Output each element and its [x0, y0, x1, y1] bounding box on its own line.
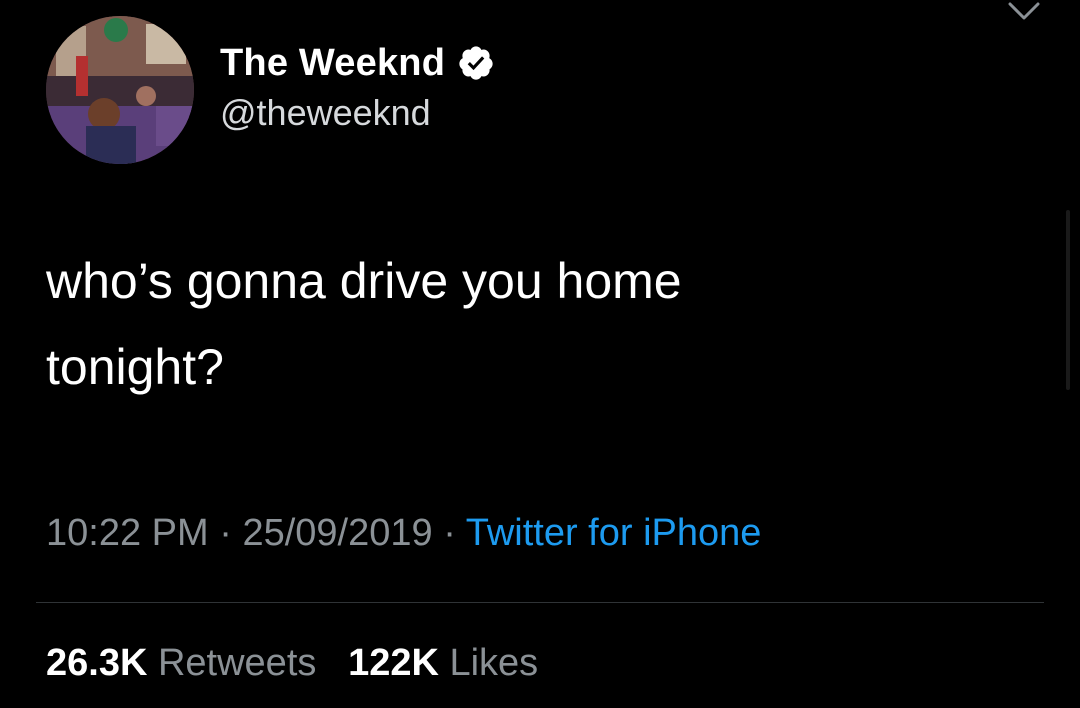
likes-count: 122K — [348, 642, 439, 684]
tweet-stats: 26.3K Retweets 122K Likes — [46, 642, 538, 685]
scrollbar[interactable] — [1066, 210, 1070, 390]
tweet-text-line: tonight? — [46, 339, 224, 395]
retweets-count: 26.3K — [46, 642, 148, 684]
verified-badge-icon — [457, 44, 495, 82]
tweet-text-line: who’s gonna drive you home — [46, 253, 682, 309]
meta-separator: · — [219, 512, 232, 554]
tweet-source-link[interactable]: Twitter for iPhone — [466, 512, 762, 554]
author-name-row[interactable]: The Weeknd — [220, 40, 495, 86]
author-display-name[interactable]: The Weeknd — [220, 42, 445, 85]
tweet-meta: 10:22 PM · 25/09/2019 · Twitter for iPho… — [46, 512, 761, 555]
author-handle[interactable]: @theweeknd — [220, 92, 431, 134]
likes-label: Likes — [449, 642, 539, 684]
chevron-down-icon[interactable] — [1006, 0, 1042, 24]
retweets-stat[interactable]: 26.3K Retweets — [46, 642, 316, 684]
tweet-date[interactable]: 25/09/2019 — [242, 512, 432, 554]
likes-stat[interactable]: 122K Likes — [348, 642, 538, 684]
retweets-label: Retweets — [157, 642, 317, 684]
avatar[interactable] — [46, 16, 194, 164]
tweet-time[interactable]: 10:22 PM — [46, 512, 209, 554]
meta-separator: · — [443, 512, 456, 554]
tweet-text: who’s gonna drive you home tonight? — [46, 238, 986, 410]
divider — [36, 602, 1044, 603]
